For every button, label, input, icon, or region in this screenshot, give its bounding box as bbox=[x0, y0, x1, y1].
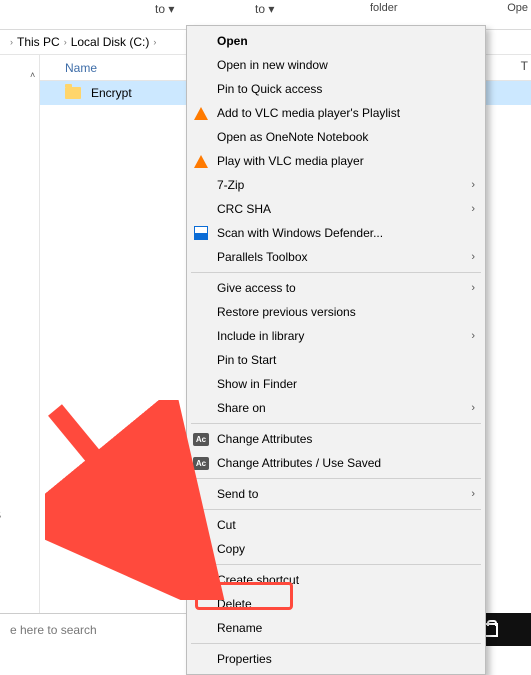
attribute-changer-icon: Ac bbox=[193, 457, 209, 470]
menu-change-attributes-saved[interactable]: AcChange Attributes / Use Saved bbox=[187, 451, 485, 475]
vlc-icon bbox=[194, 107, 208, 120]
ribbon-copyto[interactable]: to ▾ bbox=[255, 2, 274, 16]
column-header-type[interactable]: T bbox=[521, 59, 528, 73]
menu-parallels[interactable]: Parallels Toolbox› bbox=[187, 245, 485, 269]
submenu-arrow-icon: › bbox=[471, 179, 475, 191]
menu-restore-versions[interactable]: Restore previous versions bbox=[187, 300, 485, 324]
file-label: Encrypt bbox=[91, 86, 132, 100]
vlc-icon bbox=[194, 155, 208, 168]
submenu-arrow-icon: › bbox=[471, 203, 475, 215]
breadcrumb-thispc[interactable]: This PC bbox=[17, 35, 60, 49]
menu-separator bbox=[191, 272, 481, 273]
submenu-arrow-icon: › bbox=[471, 282, 475, 294]
chevron-right-icon: › bbox=[153, 37, 156, 47]
chevron-right-icon: › bbox=[64, 37, 67, 47]
nav-item[interactable]: /S.~WS bbox=[0, 508, 1, 522]
menu-separator bbox=[191, 478, 481, 479]
ribbon-moveto[interactable]: to ▾ bbox=[155, 2, 174, 16]
menu-cut[interactable]: Cut bbox=[187, 513, 485, 537]
menu-give-access[interactable]: Give access to› bbox=[187, 276, 485, 300]
attribute-changer-icon: Ac bbox=[193, 433, 209, 446]
column-header-name[interactable]: Name bbox=[65, 61, 97, 75]
submenu-arrow-icon: › bbox=[471, 402, 475, 414]
menu-properties[interactable]: Properties bbox=[187, 647, 485, 671]
submenu-arrow-icon: › bbox=[471, 330, 475, 342]
menu-send-to[interactable]: Send to› bbox=[187, 482, 485, 506]
menu-change-attributes[interactable]: AcChange Attributes bbox=[187, 427, 485, 451]
nav-pane[interactable]: ˄ 0 gam ud Fil C:) WS.~B /S.~WS np selec… bbox=[0, 55, 40, 615]
menu-copy[interactable]: Copy bbox=[187, 537, 485, 561]
menu-show-finder[interactable]: Show in Finder bbox=[187, 372, 485, 396]
menu-vlc-add[interactable]: Add to VLC media player's Playlist bbox=[187, 101, 485, 125]
menu-open[interactable]: Open bbox=[187, 29, 485, 53]
context-menu: Open Open in new window Pin to Quick acc… bbox=[186, 25, 486, 675]
menu-include-library[interactable]: Include in library› bbox=[187, 324, 485, 348]
scroll-up-icon[interactable]: ˄ bbox=[30, 70, 35, 80]
menu-separator bbox=[191, 509, 481, 510]
breadcrumb-localdisk[interactable]: Local Disk (C:) bbox=[71, 35, 150, 49]
annotation-highlight bbox=[195, 582, 293, 610]
menu-vlc-play[interactable]: Play with VLC media player bbox=[187, 149, 485, 173]
submenu-arrow-icon: › bbox=[471, 488, 475, 500]
menu-separator bbox=[191, 564, 481, 565]
menu-onenote[interactable]: Open as OneNote Notebook bbox=[187, 125, 485, 149]
ribbon-newfolder[interactable]: folder bbox=[370, 2, 398, 14]
folder-icon bbox=[65, 87, 81, 99]
menu-rename[interactable]: Rename bbox=[187, 616, 485, 640]
menu-separator bbox=[191, 643, 481, 644]
submenu-arrow-icon: › bbox=[471, 251, 475, 263]
menu-share-on[interactable]: Share on› bbox=[187, 396, 485, 420]
chevron-right-icon: › bbox=[10, 37, 13, 47]
menu-open-new-window[interactable]: Open in new window bbox=[187, 53, 485, 77]
menu-crc-sha[interactable]: CRC SHA› bbox=[187, 197, 485, 221]
defender-icon bbox=[194, 226, 208, 240]
menu-7zip[interactable]: 7-Zip› bbox=[187, 173, 485, 197]
ribbon-open-group: Ope bbox=[507, 2, 528, 14]
menu-separator bbox=[191, 423, 481, 424]
menu-defender[interactable]: Scan with Windows Defender... bbox=[187, 221, 485, 245]
menu-pin-start[interactable]: Pin to Start bbox=[187, 348, 485, 372]
menu-pin-quick-access[interactable]: Pin to Quick access bbox=[187, 77, 485, 101]
